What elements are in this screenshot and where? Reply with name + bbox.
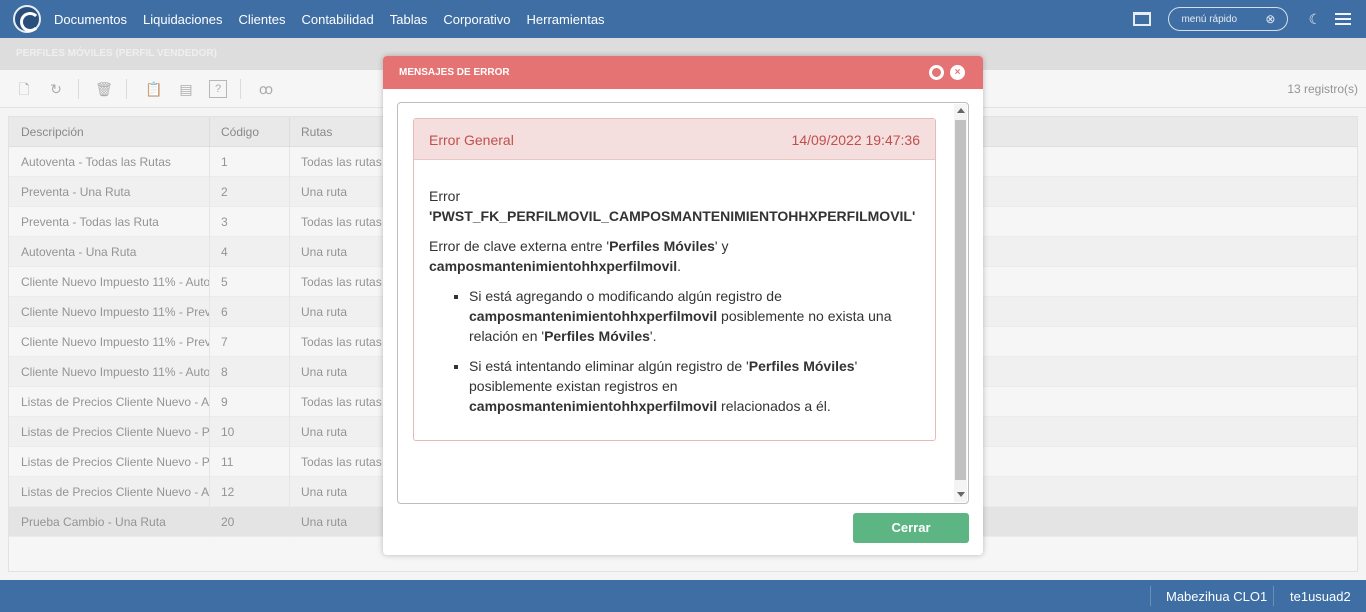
status-divider bbox=[1273, 586, 1274, 606]
nav-right-tools: menú rápido ⊗ ☾ bbox=[1133, 0, 1366, 38]
menu-documentos[interactable]: Documentos bbox=[54, 12, 127, 27]
text-fragment: '. bbox=[649, 328, 657, 344]
table-name: camposmantenimientohhxperfilmovil bbox=[429, 258, 678, 274]
error-card-header: Error General 14/09/2022 19:47:36 bbox=[414, 119, 935, 160]
error-code-paragraph: Error 'PWST_FK_PERFILMOVIL_CAMPOSMANTENI… bbox=[429, 186, 920, 226]
text-fragment: ' y bbox=[714, 238, 729, 254]
error-card: Error General 14/09/2022 19:47:36 Error … bbox=[413, 118, 936, 441]
main-menu: Documentos Liquidaciones Clientes Contab… bbox=[54, 12, 621, 27]
menu-herramientas[interactable]: Herramientas bbox=[527, 12, 605, 27]
table-name: camposmantenimientohhxperfilmovil bbox=[469, 398, 718, 414]
close-button[interactable]: Cerrar bbox=[853, 513, 969, 543]
error-message: Error 'PWST_FK_PERFILMOVIL_CAMPOSMANTENI… bbox=[414, 160, 935, 416]
scroll-down-icon[interactable] bbox=[957, 492, 965, 497]
entity-name: Perfiles Móviles bbox=[544, 328, 650, 344]
menu-clientes[interactable]: Clientes bbox=[239, 12, 286, 27]
status-user: te1usuad2 bbox=[1290, 589, 1351, 604]
error-label: Error bbox=[429, 188, 461, 204]
moon-icon[interactable]: ☾ bbox=[1308, 11, 1321, 28]
error-dialog: MENSAJES DE ERROR × Error General 14/09/… bbox=[383, 56, 983, 555]
text-fragment: relacionados a él. bbox=[717, 398, 831, 414]
scroll-up-icon[interactable] bbox=[957, 108, 965, 113]
text-fragment: . bbox=[677, 258, 682, 274]
app-logo-icon[interactable] bbox=[13, 5, 41, 33]
text-fragment: Error de clave externa entre ' bbox=[429, 238, 610, 254]
hint-item: Si está intentando eliminar algún regist… bbox=[469, 356, 920, 416]
dialog-body: Error General 14/09/2022 19:47:36 Error … bbox=[397, 102, 969, 504]
close-icon[interactable]: × bbox=[950, 65, 965, 80]
dialog-scrollbar[interactable] bbox=[954, 104, 967, 502]
error-timestamp: 14/09/2022 19:47:36 bbox=[791, 132, 920, 148]
error-code: 'PWST_FK_PERFILMOVIL_CAMPOSMANTENIMIENTO… bbox=[429, 208, 916, 224]
status-divider bbox=[1150, 586, 1151, 606]
menu-corporativo[interactable]: Corporativo bbox=[443, 12, 510, 27]
entity-name: Perfiles Móviles bbox=[609, 238, 715, 254]
binoculars-icon[interactable]: ⊗ bbox=[1265, 12, 1275, 26]
status-bar: Mabezihua CLO1 te1usuad2 bbox=[0, 580, 1366, 612]
error-title: Error General bbox=[429, 132, 514, 148]
text-fragment: Si está intentando eliminar algún regist… bbox=[469, 358, 749, 374]
quick-menu-placeholder: menú rápido bbox=[1181, 13, 1238, 25]
maximize-icon[interactable] bbox=[929, 65, 944, 80]
quick-menu-input[interactable]: menú rápido ⊗ bbox=[1168, 7, 1289, 31]
dialog-header: MENSAJES DE ERROR × bbox=[383, 56, 983, 89]
hint-item: Si está agregando o modificando algún re… bbox=[469, 286, 920, 346]
menu-liquidaciones[interactable]: Liquidaciones bbox=[143, 12, 223, 27]
entity-name: Perfiles Móviles bbox=[748, 358, 855, 374]
menu-tablas[interactable]: Tablas bbox=[390, 12, 428, 27]
menu-contabilidad[interactable]: Contabilidad bbox=[301, 12, 373, 27]
dialog-title: MENSAJES DE ERROR bbox=[399, 67, 510, 78]
hamburger-menu-icon[interactable] bbox=[1335, 13, 1351, 25]
scroll-thumb[interactable] bbox=[955, 120, 966, 480]
text-fragment: Si está agregando o modificando algún re… bbox=[469, 288, 782, 304]
error-hints-list: Si está agregando o modificando algún re… bbox=[469, 286, 920, 416]
table-name: camposmantenimientohhxperfilmovil bbox=[469, 308, 718, 324]
top-navbar: Documentos Liquidaciones Clientes Contab… bbox=[0, 0, 1366, 38]
status-company: Mabezihua CLO1 bbox=[1166, 589, 1268, 604]
window-icon[interactable] bbox=[1133, 12, 1152, 26]
error-description: Error de clave externa entre 'Perfiles M… bbox=[429, 236, 920, 276]
